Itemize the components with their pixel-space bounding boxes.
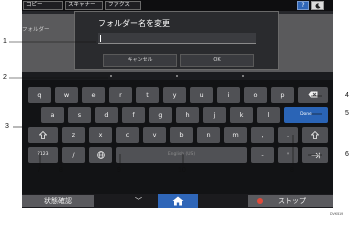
callout-lines [9, 41, 322, 166]
callout-3: 3 [5, 123, 9, 130]
callout-1: 1 [3, 38, 7, 45]
callout-5: 5 [345, 110, 349, 117]
figure-code: DVK519 [330, 212, 344, 216]
callout-8: 8 [59, 167, 63, 174]
callout-6: 6 [345, 151, 349, 158]
callout-7: 7 [37, 167, 41, 174]
callout-9: 9 [117, 167, 121, 174]
callout-8b: 8 [290, 167, 294, 174]
callout-2: 2 [3, 74, 7, 81]
callout-10: 10 [178, 167, 186, 174]
callout-4: 4 [345, 92, 349, 99]
